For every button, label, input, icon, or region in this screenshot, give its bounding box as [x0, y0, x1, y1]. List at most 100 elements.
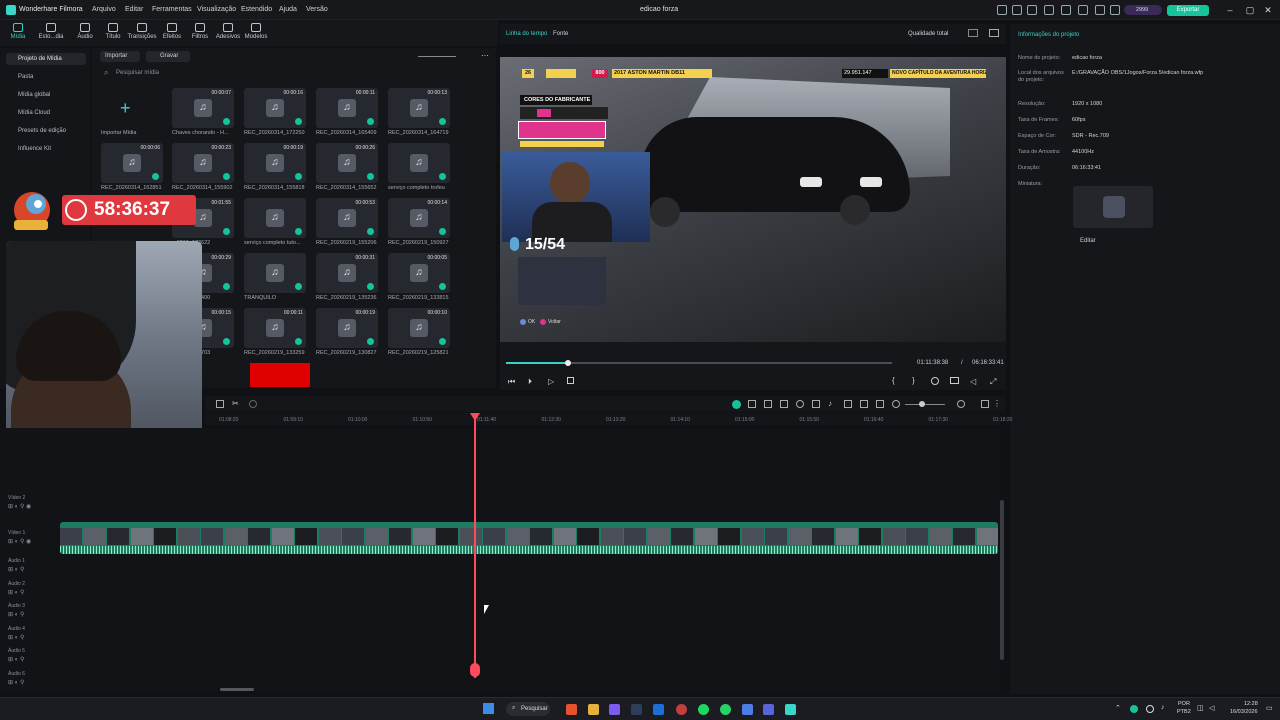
mark-in-icon[interactable]: {	[892, 376, 895, 385]
zoom-slider-handle[interactable]	[919, 401, 925, 407]
track-controls-audio3[interactable]: ⊞ ◐ ⚲	[8, 611, 24, 618]
play-icon[interactable]: ▷	[548, 377, 554, 386]
media-tile[interactable]: ♫	[388, 143, 450, 183]
windows-start-icon[interactable]	[483, 703, 494, 714]
media-tile[interactable]: ♫ 00:00:53	[316, 198, 378, 238]
mic-icon[interactable]: ♪	[828, 399, 832, 408]
mark-out-icon[interactable]: }	[912, 376, 915, 385]
tab-effects[interactable]: Efeitos	[157, 23, 187, 40]
tab-stickers[interactable]: Adesivos	[213, 23, 243, 40]
red-color-clip[interactable]	[250, 363, 310, 387]
spotify-icon[interactable]	[698, 704, 709, 715]
sidebar-item-influence-kit[interactable]: Influence Kit	[6, 143, 86, 155]
tray-sync-icon[interactable]	[1146, 705, 1154, 713]
zoom-in-icon[interactable]	[957, 400, 965, 408]
media-tile[interactable]: ♫ 00:00:11	[316, 88, 378, 128]
record-dropdown[interactable]: Gravar	[146, 51, 190, 62]
media-tile[interactable]: ♫ 00:00:10	[388, 308, 450, 348]
compare-view-icon[interactable]	[968, 29, 978, 37]
import-dropdown[interactable]: Importar	[100, 51, 140, 62]
menu-visualizacao[interactable]: Visualização	[197, 6, 236, 13]
speaker-icon[interactable]: ◁	[1209, 704, 1214, 712]
video-preview[interactable]: 26 800 2017 ASTON MARTIN DB11 29.951.147…	[500, 57, 1006, 342]
playhead-bottom-handle[interactable]	[470, 663, 480, 677]
menu-ferramentas[interactable]: Ferramentas	[152, 6, 192, 13]
video-clip[interactable]	[60, 522, 998, 554]
media-tile[interactable]: ♫ 00:00:16	[244, 88, 306, 128]
tray-expand-icon[interactable]: ⌃	[1115, 704, 1121, 712]
ai-icon[interactable]	[732, 400, 741, 409]
keyframe-icon[interactable]	[780, 400, 788, 408]
track-controls-audio6[interactable]: ⊞ ◐ ⚲	[8, 679, 24, 686]
snapshot-icon[interactable]	[989, 29, 999, 37]
clock-date[interactable]: 16/03/2026	[1230, 709, 1258, 715]
cloud-icon[interactable]	[1078, 5, 1088, 15]
media-tile[interactable]: ♫ 00:00:23	[172, 143, 234, 183]
menu-estendido[interactable]: Estendido	[241, 6, 272, 13]
play-backward-icon[interactable]: ⏵	[528, 377, 532, 387]
stop-icon[interactable]	[567, 377, 574, 384]
cut-icon[interactable]: ✂	[232, 399, 239, 408]
horizontal-scrollbar[interactable]	[220, 688, 254, 691]
sidebar-item-project-media[interactable]: Projeto de Mídia	[6, 53, 86, 65]
discord-icon[interactable]	[609, 704, 620, 715]
grid-icon[interactable]	[981, 400, 989, 408]
media-tile[interactable]: ♫	[244, 198, 306, 238]
sidebar-item-folder[interactable]: Pasta	[6, 71, 86, 83]
quality-dropdown[interactable]: Qualidade total	[908, 31, 948, 37]
credits-badge[interactable]: 2999	[1124, 5, 1162, 15]
keyboard-language[interactable]: POR	[1178, 701, 1190, 707]
thumbnail-size-slider[interactable]	[418, 56, 456, 57]
tab-transitions[interactable]: Transições	[127, 23, 157, 40]
tray-mic-icon[interactable]: ♪	[1161, 704, 1165, 711]
clock-time[interactable]: 12:28	[1244, 701, 1258, 707]
menu-arquivo[interactable]: Arquivo	[92, 6, 116, 13]
notification-icon[interactable]	[1044, 5, 1054, 15]
fullscreen-icon[interactable]: ⤢	[990, 377, 996, 387]
sidebar-item-edit-presets[interactable]: Presets de edição	[6, 125, 86, 137]
playhead[interactable]	[474, 413, 476, 678]
zoom-out-icon[interactable]	[892, 400, 900, 408]
obs-icon[interactable]	[676, 704, 687, 715]
speed-icon[interactable]	[249, 400, 257, 408]
previous-frame-icon[interactable]: ⏮	[508, 377, 515, 387]
tray-app-icon[interactable]	[1130, 705, 1138, 713]
media-tile[interactable]: ♫	[244, 253, 306, 293]
zoom-slider[interactable]	[905, 404, 945, 405]
vpn-icon[interactable]	[742, 704, 753, 715]
more-icon[interactable]: ⋯	[481, 51, 489, 60]
media-tile[interactable]: ♫ 00:00:19	[244, 143, 306, 183]
sidebar-item-cloud-media[interactable]: Mídia Cloud	[6, 107, 86, 119]
vertical-scrollbar[interactable]	[1000, 500, 1004, 660]
share-icon[interactable]	[1027, 5, 1037, 15]
media-tile[interactable]: ♫ 00:00:31	[316, 253, 378, 293]
track-controls-audio4[interactable]: ⊞ ◐ ⚲	[8, 634, 24, 641]
media-tile[interactable]: ♫ 00:00:11	[244, 308, 306, 348]
track-controls-video2[interactable]: ⊞ ◐ ⚲ ◉	[8, 503, 31, 510]
close-icon[interactable]: ✕	[1262, 4, 1274, 16]
media-tile[interactable]: ♫ 00:00:06	[101, 143, 163, 183]
track-controls-audio2[interactable]: ⊞ ◐ ⚲	[8, 589, 24, 596]
snap-icon[interactable]	[748, 400, 756, 408]
tab-timeline-preview[interactable]: Linha do tempo	[506, 31, 547, 37]
tab-media[interactable]: Mídia	[3, 23, 33, 40]
shield-icon[interactable]	[812, 400, 820, 408]
network-icon[interactable]: ◫	[1197, 704, 1204, 712]
split-icon[interactable]	[216, 400, 224, 408]
media-tile[interactable]: ♫ 00:00:26	[316, 143, 378, 183]
media-tile[interactable]: ♫ 00:00:14	[388, 198, 450, 238]
gift-icon[interactable]	[997, 5, 1007, 15]
search-input[interactable]: Pesquisar mídia	[116, 70, 159, 76]
tab-stock-media[interactable]: Esto...dia	[36, 23, 66, 40]
layout-icon[interactable]	[1061, 5, 1071, 15]
media-tile[interactable]: ♫ 00:00:07	[172, 88, 234, 128]
file-explorer-icon[interactable]	[588, 704, 599, 715]
volume-icon[interactable]: ◁	[970, 377, 976, 386]
audio-mixer-icon[interactable]	[844, 400, 852, 408]
maximize-icon[interactable]: ▢	[1244, 4, 1256, 16]
brave-browser-icon[interactable]	[566, 704, 577, 715]
sidebar-item-global-media[interactable]: Mídia global	[6, 89, 86, 101]
whatsapp-icon[interactable]	[720, 704, 731, 715]
download-icon[interactable]	[1012, 5, 1022, 15]
taskbar-search[interactable]: ⌕ Pesquisar	[506, 702, 550, 716]
